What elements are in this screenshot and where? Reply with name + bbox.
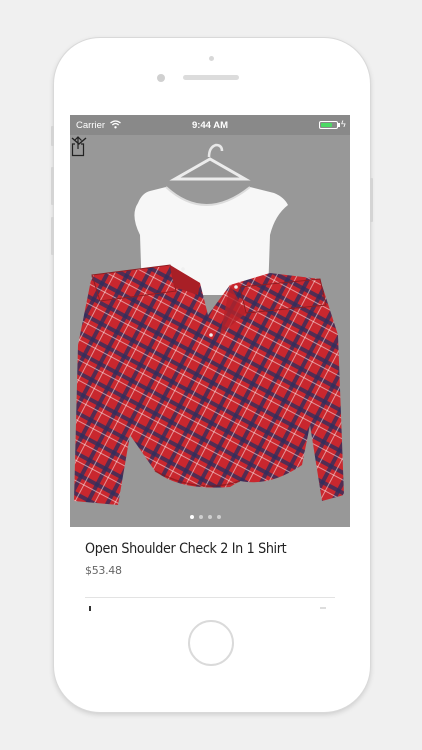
product-price: $53.48	[85, 564, 122, 577]
app-screen: Carrier 9:44 AM ϟ Open Shoulder Check 2 …	[70, 115, 350, 611]
mute-switch	[51, 126, 54, 146]
product-photo	[74, 143, 344, 505]
image-page-indicator[interactable]	[190, 515, 234, 521]
divider	[85, 597, 335, 598]
volume-up-button	[51, 167, 54, 205]
battery-cap	[338, 123, 340, 127]
charging-icon: ϟ	[341, 119, 346, 129]
page-dot[interactable]	[199, 515, 203, 519]
page-dot[interactable]	[217, 515, 221, 519]
product-image[interactable]	[70, 135, 350, 527]
clipped-row-glyph	[89, 606, 91, 611]
clipped-row-glyph	[320, 607, 326, 609]
front-camera	[157, 74, 165, 82]
volume-down-button	[51, 217, 54, 255]
product-title: Open Shoulder Check 2 In 1 Shirt	[85, 541, 287, 557]
power-button	[370, 178, 373, 222]
page-dot[interactable]	[190, 515, 194, 519]
page-dot[interactable]	[208, 515, 212, 519]
status-time: 9:44 AM	[191, 120, 229, 131]
proximity-sensor	[209, 56, 214, 61]
battery-icon	[319, 121, 338, 129]
home-button[interactable]	[188, 620, 234, 666]
status-bar: Carrier 9:44 AM ϟ	[70, 115, 350, 135]
earpiece-speaker	[183, 75, 239, 80]
share-icon[interactable]	[70, 135, 86, 157]
product-info: Open Shoulder Check 2 In 1 Shirt $53.48	[70, 527, 350, 611]
